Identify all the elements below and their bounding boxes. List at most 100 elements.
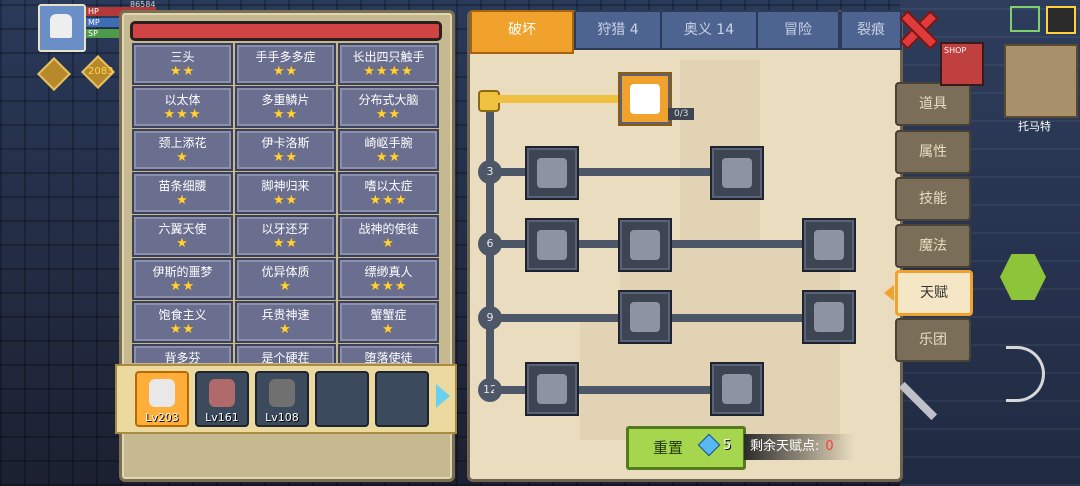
party-slot[interactable]: Lv161 [195,371,249,427]
exit-icon[interactable] [1046,6,1076,34]
trait-cell[interactable]: 兵贵神速 ★ [235,301,336,343]
trait-name: 以牙还牙 [261,222,310,236]
arrow-strike-icon [722,158,752,188]
network-icon[interactable] [1010,6,1040,32]
talent-node-arm-wrestle[interactable] [618,72,672,126]
hero-portrait [269,379,295,407]
shockwave-icon [630,302,660,332]
trait-name: 以太体 [164,93,201,107]
trait-cell[interactable]: 伊斯的噩梦 ★★ [132,258,233,300]
trait-stars: ★ [382,236,395,251]
wings-icon [814,302,844,332]
party-next-arrow-icon[interactable] [436,384,450,408]
trait-cell[interactable]: 优异体质 ★ [235,258,336,300]
trait-name: 嗜以太症 [364,179,413,193]
reset-button[interactable]: 重置 5 [626,426,746,470]
talent-node[interactable] [525,218,579,272]
trait-stars: ★ [279,322,292,337]
shop-sign: SHOP [944,46,967,55]
talent-node[interactable] [525,146,579,200]
trait-stars: ★★ [272,107,299,122]
trait-stars: ★★★★ [363,64,414,79]
trait-stars: ★ [279,279,292,294]
trait-grid[interactable]: 三头 ★★ 手手多多症 ★★ 长出四只触手 ★★★★ 以太体 ★★★ 多重鳞片 ★★ 分布… [130,43,442,363]
sword-slash-icon [814,230,844,260]
trait-stars: ★★★ [369,279,408,294]
tab-rift[interactable]: 裂痕 [840,10,902,50]
trait-stars: ★ [176,150,189,165]
talent-node[interactable] [802,218,856,272]
trait-panel-header-bar [130,21,442,41]
talent-node[interactable] [618,290,672,344]
party-slot-selected[interactable]: Lv203 [135,371,189,427]
trait-cell[interactable]: 颈上添花 ★ [132,129,233,171]
trait-cell[interactable]: 六翼天使 ★ [132,215,233,257]
trait-name: 优异体质 [261,265,310,279]
party-slot-level: Lv203 [145,411,179,424]
remaining-label: 剩余天赋点: [750,439,820,454]
trait-stars: ★★ [272,193,299,208]
trait-cell[interactable]: 多重鳞片 ★★ [235,86,336,128]
close-icon[interactable] [898,10,934,46]
trait-cell[interactable]: 战神的使徒 ★ [338,215,439,257]
talent-node[interactable] [525,362,579,416]
party-bar: Lv203 Lv161 Lv108 [115,364,457,434]
side-menu-items[interactable]: 道具 [895,82,971,126]
trait-name: 三头 [170,50,195,64]
tab-hunting[interactable]: 狩猎 4 [574,10,662,50]
player-hud[interactable]: HP MP SP 203 [38,4,156,55]
trait-cell[interactable]: 蟹蟹症 ★ [338,301,439,343]
trait-stars: ★ [176,193,189,208]
trait-cell[interactable]: 手手多多症 ★★ [235,43,336,85]
party-slot[interactable]: Lv108 [255,371,309,427]
side-menu-attributes[interactable]: 属性 [895,130,971,174]
trait-stars: ★★★ [163,107,202,122]
tab-mystery[interactable]: 奥义 14 [660,10,758,50]
trait-cell[interactable]: 嗜以太症 ★★★ [338,172,439,214]
minimap[interactable] [1004,44,1078,118]
trait-cell[interactable]: 苗条细腰 ★ [132,172,233,214]
trait-cell[interactable]: 分布式大脑 ★★ [338,86,439,128]
trait-cell[interactable]: 长出四只触手 ★★★★ [338,43,439,85]
trait-cell[interactable]: 缥缈真人 ★★★ [338,258,439,300]
talent-node[interactable] [618,218,672,272]
talent-node[interactable] [710,146,764,200]
party-slot-level: Lv161 [205,411,239,424]
party-slot-empty[interactable] [315,371,369,427]
talent-tabs: 破坏 狩猎 4 奥义 14 冒险 裂痕 [470,10,902,54]
hero-portrait [149,379,175,407]
side-menu-magic[interactable]: 魔法 [895,224,971,268]
tab-adventure[interactable]: 冒险 [756,10,840,50]
trait-stars: ★★ [169,322,196,337]
trait-stars: ★★ [375,150,402,165]
trait-cell[interactable]: 饱食主义 ★★ [132,301,233,343]
trait-cell[interactable]: 堕落使徒 [338,344,439,363]
trait-cell[interactable]: 脚神归来 ★★ [235,172,336,214]
side-menu-skills[interactable]: 技能 [895,177,971,221]
talent-progress: 0/3 [668,108,695,120]
tab-destruction[interactable]: 破坏 [470,10,574,54]
trait-cell[interactable]: 以牙还牙 ★★ [235,215,336,257]
player-avatar[interactable] [38,4,86,52]
trait-cell[interactable]: 以太体 ★★★ [132,86,233,128]
trait-name: 颈上添花 [158,136,207,150]
trait-cell[interactable]: 伊卡洛斯 ★★ [235,129,336,171]
trait-cell[interactable]: 崎岖手腕 ★★ [338,129,439,171]
trait-name: 蟹蟹症 [370,308,407,322]
shop-building[interactable]: SHOP [940,42,984,86]
cards-icon [537,230,567,260]
trait-cell[interactable]: 背多芬 [132,344,233,363]
muscle-body-icon [537,158,567,188]
side-menu-band[interactable]: 乐团 [895,318,971,362]
tree-connector [494,95,620,103]
talent-node[interactable] [802,290,856,344]
side-menu-talent[interactable]: 天赋 [884,270,973,316]
trait-name: 伊斯的噩梦 [152,265,213,279]
party-slot-empty[interactable] [375,371,429,427]
trait-name: 是个硬茬 [261,351,310,363]
talent-node[interactable] [710,362,764,416]
hero-portrait [209,379,235,407]
trait-cell[interactable]: 三头 ★★ [132,43,233,85]
trait-cell[interactable]: 是个硬茬 [235,344,336,363]
hud-top-number: 86584 [130,0,156,9]
